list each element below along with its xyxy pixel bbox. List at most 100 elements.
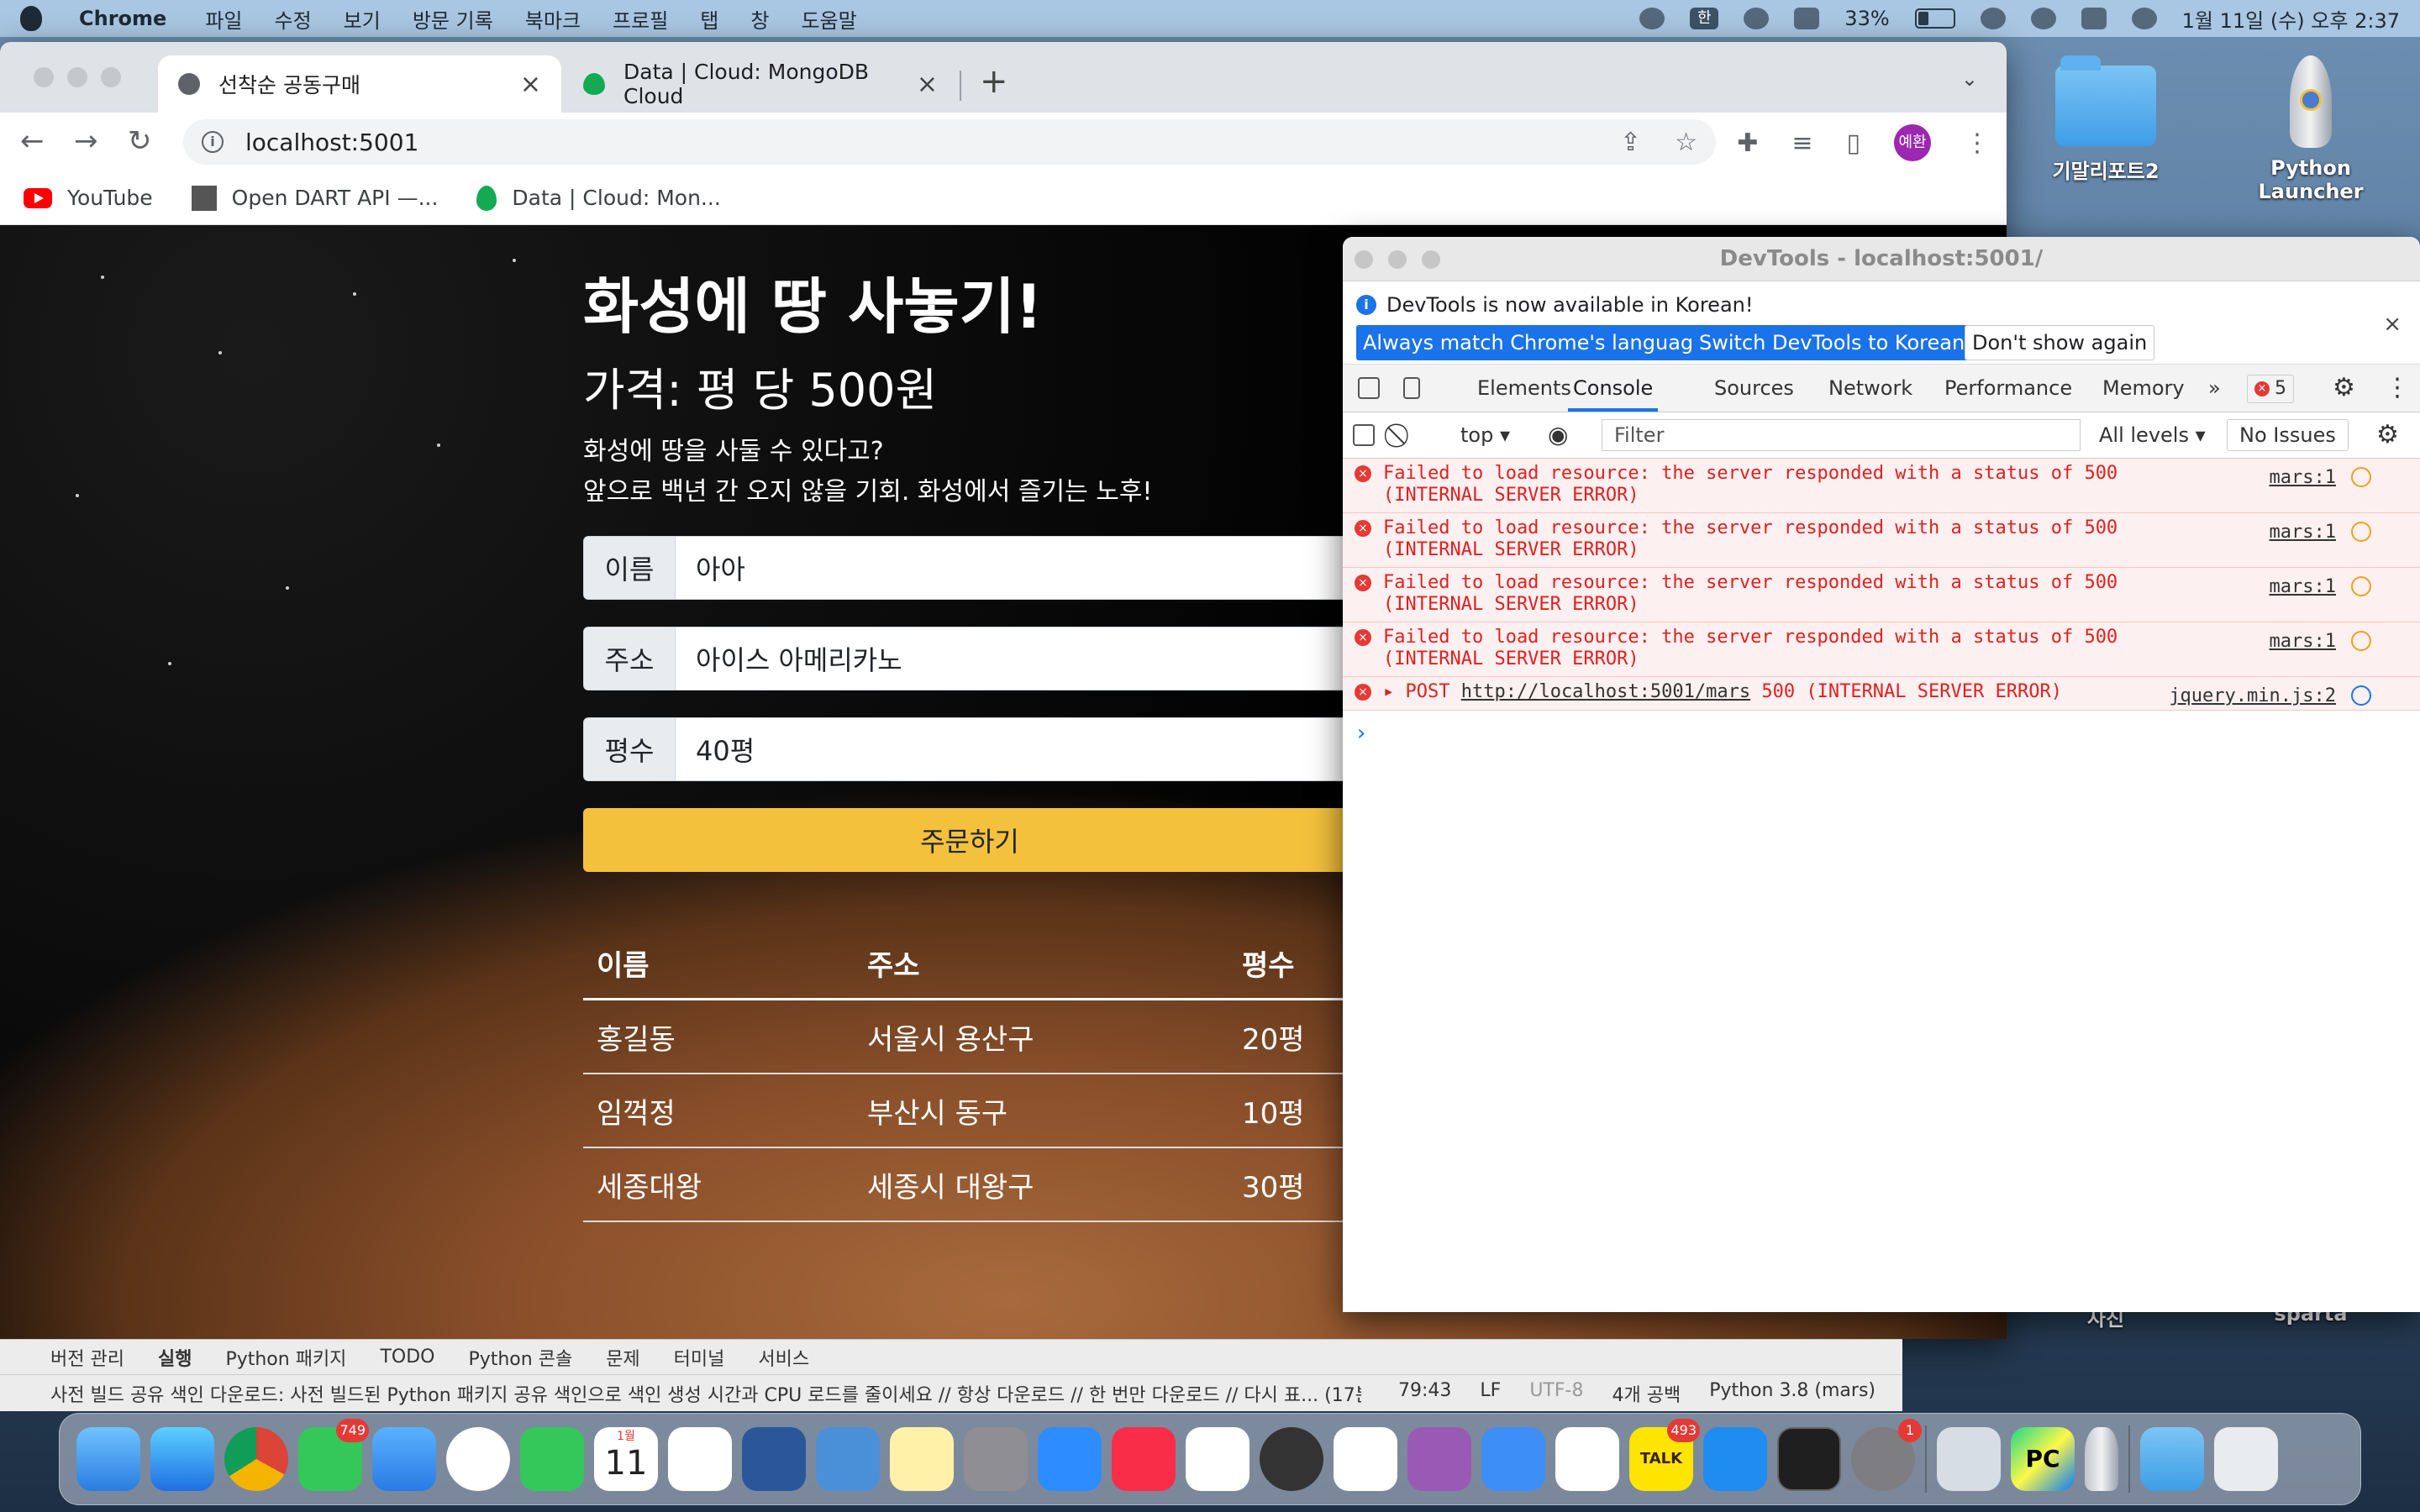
context-selector[interactable]: top ▾ [1460, 412, 1510, 458]
tool-terminal[interactable]: 터미널 [674, 1344, 725, 1371]
preview-icon[interactable] [1937, 1427, 2001, 1491]
tab-console[interactable]: Console [1568, 365, 1659, 412]
messenger-status-icon[interactable] [1639, 8, 1665, 29]
new-tab-button[interactable]: + [980, 62, 1008, 101]
profile-avatar[interactable]: 예환 [1894, 124, 1931, 161]
site-info-icon[interactable]: i [202, 131, 224, 153]
error-count-badge[interactable]: × 5 [2247, 375, 2294, 403]
side-panel-icon[interactable]: ▯ [1846, 129, 1860, 158]
size-input[interactable]: 40평 [676, 717, 1356, 781]
error-source-link[interactable]: mars:1 [2270, 631, 2336, 652]
menu-app-name[interactable]: Chrome [79, 7, 166, 30]
tool-todo[interactable]: TODO [380, 1347, 434, 1368]
expand-triangle-icon[interactable]: ▸ [1383, 681, 1394, 702]
minimize-window-button[interactable] [67, 67, 87, 87]
console-post-error-row[interactable]: × ▸ POST http://localhost:5001/mars 500 … [1343, 677, 2420, 711]
books-icon[interactable] [816, 1427, 880, 1491]
back-arrow-icon[interactable]: ← [20, 124, 45, 158]
siri-icon[interactable] [2131, 8, 2157, 29]
more-options-icon[interactable]: ⋮ [2385, 365, 2410, 412]
word-icon[interactable] [742, 1427, 806, 1491]
bookmark-dart[interactable]: Open DART API —... [191, 185, 438, 211]
post-url-link[interactable]: http://localhost:5001/mars [1461, 681, 1750, 702]
close-icon[interactable]: × [520, 70, 541, 99]
more-tabs-icon[interactable]: » [2208, 365, 2221, 412]
app-store-icon[interactable] [1703, 1427, 1767, 1491]
forward-arrow-icon[interactable]: → [74, 124, 98, 158]
reminders-icon[interactable] [668, 1427, 732, 1491]
calendar-icon[interactable]: 1월 11 [594, 1427, 658, 1491]
control-center-icon[interactable] [2081, 8, 2107, 29]
screenshot-icon[interactable] [964, 1427, 1028, 1491]
input-source-icon[interactable]: 한 [1690, 8, 1719, 29]
activity-monitor-icon[interactable] [1777, 1427, 1841, 1491]
match-language-button[interactable]: Always match Chrome's language [1356, 325, 1712, 360]
zoom-icon[interactable] [1038, 1427, 1102, 1491]
dont-show-again-button[interactable]: Don't show again [1965, 325, 2155, 360]
safari-icon[interactable] [150, 1427, 214, 1491]
sidebar-toggle-icon[interactable] [1353, 424, 1375, 446]
spotlight-search-icon[interactable] [2030, 8, 2056, 29]
disk-utility-icon[interactable] [1260, 1427, 1323, 1491]
post-source-link[interactable]: jquery.min.js:2 [2169, 685, 2336, 706]
system-preferences-icon[interactable]: 1 [1851, 1419, 1922, 1491]
console-prompt[interactable]: › [1343, 711, 2420, 746]
close-window-button[interactable] [34, 67, 54, 87]
numbers-icon[interactable] [1555, 1427, 1619, 1491]
notes-icon[interactable] [890, 1427, 954, 1491]
tool-run[interactable]: 실행 [158, 1344, 192, 1371]
menubar-clock[interactable]: 1월 11일 (수) 오후 2:37 [2182, 4, 2400, 34]
facetime-icon[interactable] [520, 1427, 584, 1491]
address-url[interactable]: localhost:5001 [245, 129, 418, 156]
extensions-puzzle-icon[interactable]: ✚ [1737, 129, 1758, 158]
error-source-link[interactable]: mars:1 [2270, 576, 2336, 597]
close-icon[interactable]: × [2383, 312, 2402, 337]
settings-gear-icon[interactable]: ⚙ [2333, 365, 2355, 412]
keynote-icon[interactable] [1481, 1427, 1545, 1491]
menu-help[interactable]: 도움말 [801, 4, 856, 34]
log-levels-dropdown[interactable]: All levels ▾ [2099, 412, 2206, 458]
switch-korean-button[interactable]: Switch DevTools to Korean [1692, 325, 1972, 360]
photos-icon[interactable] [446, 1427, 510, 1491]
line-separator[interactable]: LF [1480, 1380, 1501, 1407]
tool-python-packages[interactable]: Python 패키지 [225, 1344, 346, 1371]
tab-network[interactable]: Network [1828, 365, 1912, 412]
console-settings-gear-icon[interactable]: ⚙ [2376, 412, 2399, 458]
tab-active[interactable]: 선착순 공동구매 × [158, 55, 561, 113]
chrome-icon[interactable] [224, 1427, 288, 1491]
menu-history[interactable]: 방문 기록 [413, 4, 493, 34]
tab-performance[interactable]: Performance [1944, 365, 2072, 412]
wifi-icon[interactable] [1980, 8, 2006, 29]
more-menu-icon[interactable]: ⋮ [1965, 129, 1990, 158]
address-bar[interactable]: i localhost:5001 ⇪ ☆ [183, 119, 1716, 165]
menu-window[interactable]: 창 [750, 4, 769, 34]
tab-memory[interactable]: Memory [2102, 365, 2185, 412]
network-request-icon[interactable] [2351, 467, 2371, 487]
tab-mongodb[interactable]: Data | Cloud: MongoDB Cloud × [563, 55, 958, 113]
zoom-window-button[interactable] [101, 67, 121, 87]
desktop-folder-report[interactable]: 기말리포트2 [2022, 55, 2190, 184]
status-message[interactable]: 사전 빌드 공유 색인 다운로드: 사전 빌드된 Python 패키지 공유 색… [50, 1380, 1361, 1407]
error-source-link[interactable]: mars:1 [2270, 467, 2336, 488]
trash-icon[interactable] [2214, 1427, 2278, 1491]
live-expression-eye-icon[interactable]: ◉ [1548, 412, 1568, 458]
music-icon[interactable] [1112, 1427, 1176, 1491]
indent-setting[interactable]: 4개 공백 [1612, 1380, 1681, 1407]
python-interpreter[interactable]: Python 3.8 (mars) [1709, 1380, 1876, 1407]
zoom-window-button[interactable] [1422, 250, 1440, 269]
network-request-icon[interactable] [2351, 685, 2371, 706]
menu-profiles[interactable]: 프로필 [613, 4, 668, 34]
battery-icon[interactable] [1914, 8, 1955, 29]
tool-version-control[interactable]: 버전 관리 [50, 1344, 124, 1371]
network-request-icon[interactable] [2351, 522, 2371, 542]
tool-services[interactable]: 서비스 [758, 1344, 809, 1371]
share-icon[interactable]: ⇪ [1620, 128, 1641, 157]
kakaotalk-icon[interactable]: TALK 493 [1629, 1419, 1700, 1491]
menu-file[interactable]: 파일 [205, 4, 242, 34]
network-request-icon[interactable] [2351, 631, 2371, 651]
bookmark-mongodb[interactable]: Data | Cloud: Mon... [476, 185, 721, 211]
file-encoding[interactable]: UTF-8 [1529, 1380, 1583, 1407]
close-icon[interactable]: × [917, 70, 938, 99]
learning-x-icon[interactable] [1334, 1427, 1397, 1491]
mail-icon[interactable] [372, 1427, 436, 1491]
